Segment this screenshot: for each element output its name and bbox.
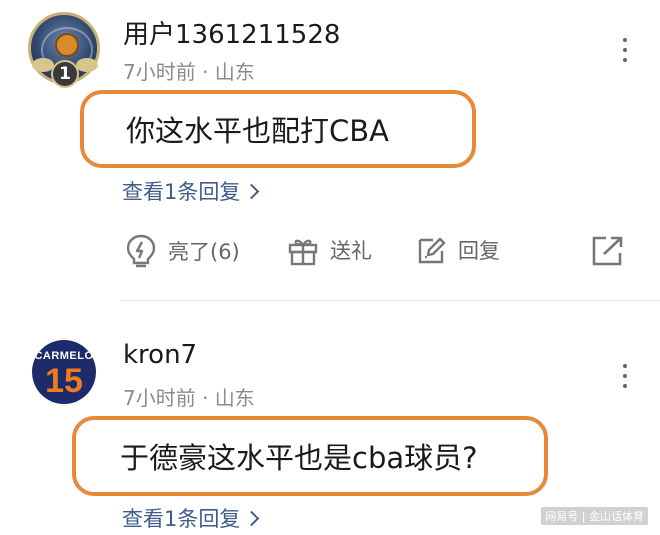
watermark: 网易号 | 金山话体育 bbox=[541, 507, 648, 525]
comment-text-highlight: 你这水平也配打CBA bbox=[80, 90, 476, 168]
comment-username[interactable]: 用户1361211528 bbox=[123, 14, 340, 51]
avatar-jersey-number: 15 bbox=[45, 362, 83, 400]
more-vertical-icon[interactable] bbox=[620, 38, 630, 62]
reply-button[interactable]: 回复 bbox=[414, 233, 500, 267]
avatar-jersey-name: CARMELO bbox=[34, 350, 94, 362]
badge-wing-right bbox=[76, 58, 98, 72]
lightbulb-icon bbox=[126, 234, 156, 268]
gift-icon bbox=[288, 239, 318, 266]
comment-divider bbox=[120, 300, 660, 301]
comment-meta: 7小时前 · 山东 bbox=[123, 60, 255, 84]
comment-text: 你这水平也配打CBA bbox=[126, 114, 389, 148]
comment-username[interactable]: kron7 bbox=[123, 340, 197, 370]
view-replies-label: 查看1条回复 bbox=[122, 507, 241, 531]
comment-meta: 7小时前 · 山东 bbox=[123, 386, 255, 410]
share-button[interactable] bbox=[590, 234, 626, 272]
view-replies-link[interactable]: 查看1条回复 bbox=[122, 503, 260, 533]
view-replies-label: 查看1条回复 bbox=[122, 180, 241, 204]
comment-text: 于德豪这水平也是cba球员? bbox=[120, 441, 478, 475]
edit-reply-icon bbox=[418, 237, 446, 264]
level-badge: 1 bbox=[51, 60, 79, 88]
like-button[interactable]: 亮了(6) bbox=[124, 233, 240, 269]
avatar[interactable]: CARMELO 15 bbox=[32, 340, 96, 404]
view-replies-link[interactable]: 查看1条回复 bbox=[122, 176, 260, 206]
chevron-right-icon bbox=[244, 183, 260, 199]
like-count-label: 亮了(6) bbox=[168, 240, 240, 264]
basketball-icon bbox=[55, 33, 79, 57]
share-icon bbox=[592, 236, 623, 266]
gift-button[interactable]: 送礼 bbox=[286, 233, 372, 267]
reply-label: 回复 bbox=[458, 239, 500, 263]
gift-label: 送礼 bbox=[330, 239, 372, 263]
chevron-right-icon bbox=[244, 510, 260, 526]
more-vertical-icon[interactable] bbox=[620, 364, 630, 388]
comment-text-highlight: 于德豪这水平也是cba球员? bbox=[72, 416, 548, 496]
